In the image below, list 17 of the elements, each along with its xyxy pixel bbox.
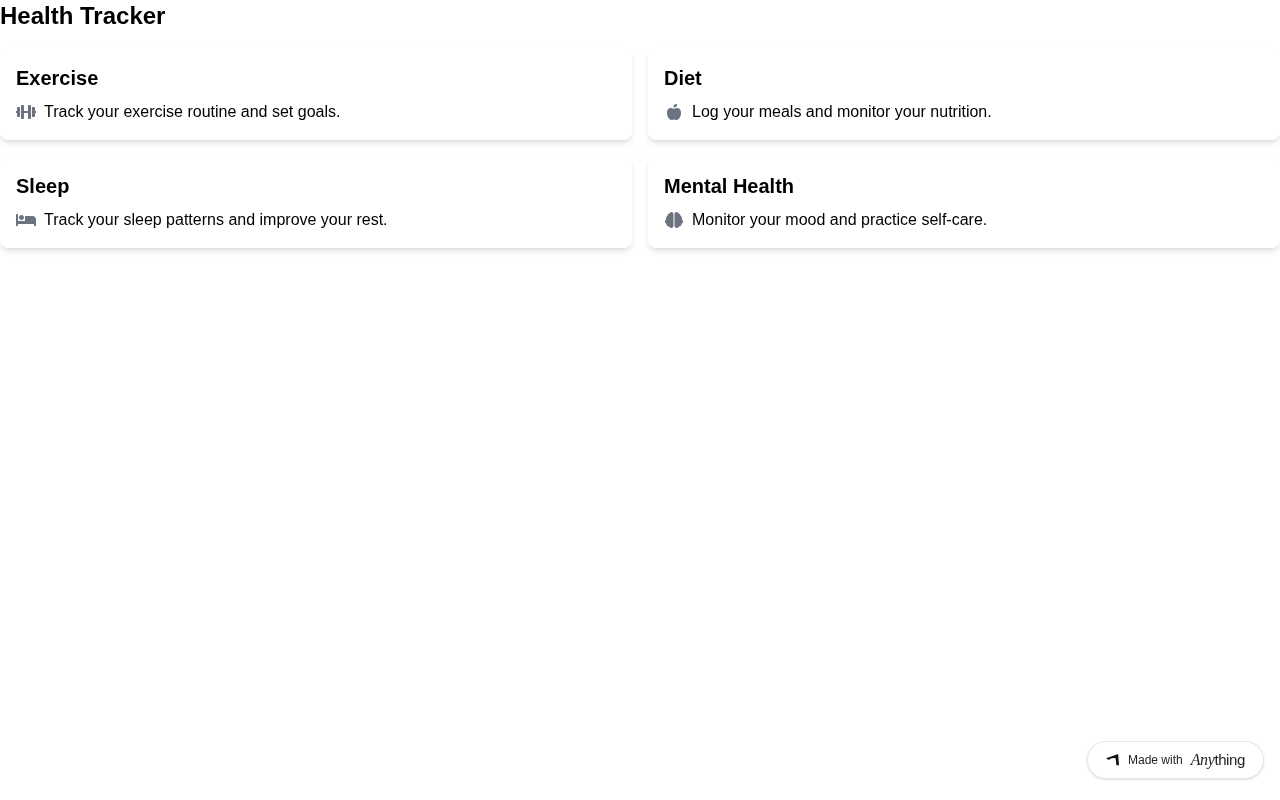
card-description: Monitor your mood and practice self-care.: [692, 210, 988, 230]
card-title: Sleep: [16, 174, 70, 199]
card-title: Mental Health: [664, 174, 795, 199]
dumbbell-icon: [16, 104, 36, 120]
badge-label: Made with: [1128, 752, 1183, 769]
page-title: Health Tracker: [0, 1, 166, 31]
logo-icon: [1106, 754, 1120, 766]
brain-icon: [664, 212, 684, 228]
card-description: Track your exercise routine and set goals.: [44, 102, 341, 122]
brand-logo: Anything: [1190, 750, 1245, 771]
made-with-badge[interactable]: Made with Anything: [1087, 741, 1264, 779]
apple-icon: [664, 104, 684, 120]
card-description: Track your sleep patterns and improve your rest.: [44, 210, 388, 230]
card-title: Exercise: [16, 66, 99, 91]
card-title: Diet: [664, 66, 702, 91]
bed-icon: [16, 212, 36, 228]
card-description: Log your meals and monitor your nutrition.: [692, 102, 992, 122]
